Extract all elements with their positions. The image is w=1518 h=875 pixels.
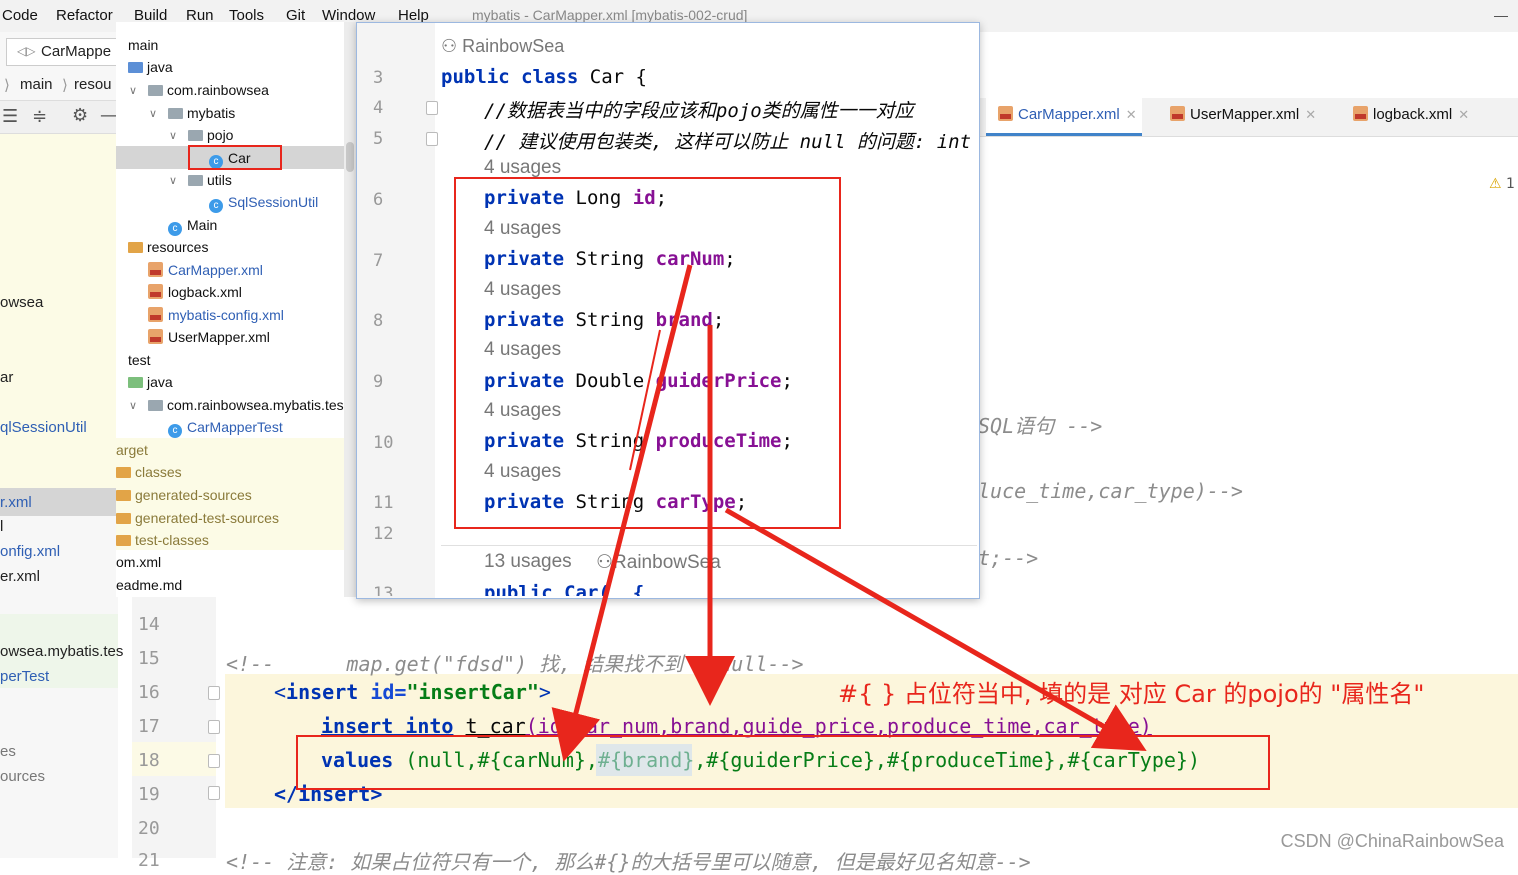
arrow-cartype (724, 507, 1147, 751)
watermark: CSDN @ChinaRainbowSea (1280, 831, 1504, 851)
annotation-arrows (551, 264, 1147, 762)
arrow-carnum (551, 264, 693, 762)
